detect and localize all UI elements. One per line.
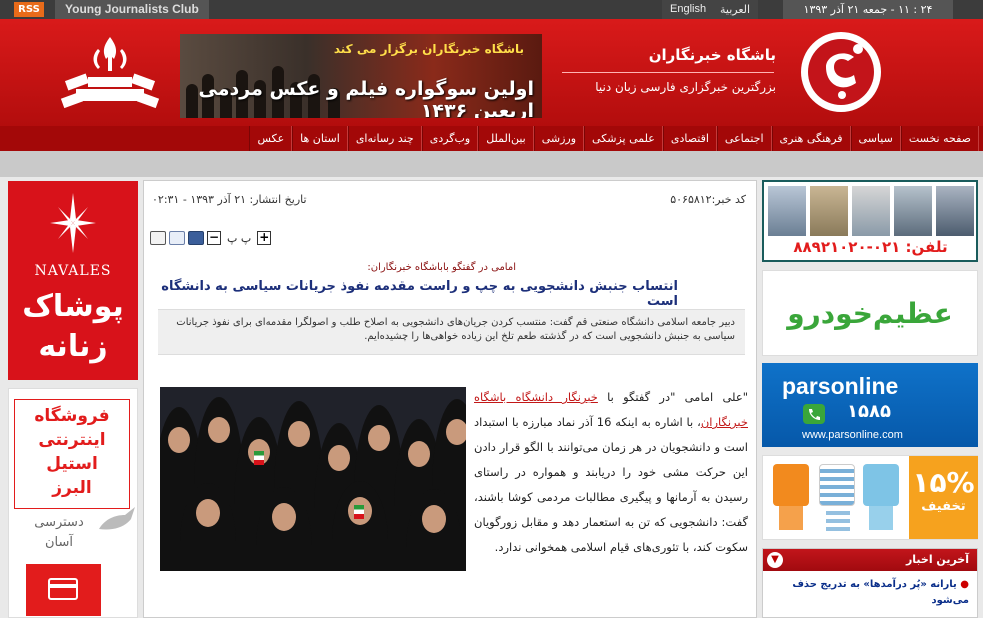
nav-item-multimedia[interactable]: چند رسانه‌ای [347, 126, 422, 151]
ad-navales[interactable]: NAVALES پوشاک زنانه [8, 181, 138, 380]
print-icon[interactable] [150, 231, 166, 245]
credit-card-icon [48, 578, 78, 600]
site-name-english[interactable]: Young Journalists Club [55, 0, 209, 19]
top-bar: RSS Young Journalists Club English العرب… [0, 0, 983, 19]
hand-pointer-icon [99, 507, 135, 530]
discount-badge: ۱۵% تخفیف [909, 456, 978, 539]
discount-percent: ۱۵% [912, 466, 975, 499]
nav-item-social[interactable]: اجتماعی [716, 126, 772, 151]
article-photo [160, 387, 466, 571]
shop-sub-2: آسان [44, 535, 73, 550]
parsonline-url: www.parsonline.com [802, 429, 903, 441]
lang-english-link[interactable]: English [662, 0, 715, 19]
nav-item-sports[interactable]: ورزشی [533, 126, 585, 151]
body-rest: ، با اشاره به اینکه 16 آذر نماد مبارزه ب… [474, 415, 748, 554]
brand-subtitle: بزرگترین خبرگزاری فارسی زبان دنیا [595, 80, 776, 94]
navales-tagline-1: پوشاک [22, 289, 124, 324]
ad-kids-clothing[interactable]: ۱۵% تخفیف [762, 455, 978, 540]
ad-clean-photo-2 [810, 186, 848, 236]
ad-clean-photo-3 [852, 186, 890, 236]
shirt-icon [773, 464, 809, 530]
save-icon[interactable] [188, 231, 204, 245]
latest-news-title: آخرین اخبار [905, 553, 969, 566]
banner-organizer-text: باشگاه خبرنگاران برگزار می کند [333, 42, 524, 56]
lang-arabic-link[interactable]: العربية [712, 0, 759, 19]
nav-item-web-browsing[interactable]: وب‌گردی [421, 126, 479, 151]
nav-item-home[interactable]: صفحه نخست [900, 126, 979, 151]
arbaeen-festival-banner[interactable]: باشگاه خبرنگاران برگزار می کند اولین سوگ… [180, 34, 542, 118]
news-code: کد خبر:۵۰۶۵۸۱۲ [670, 193, 746, 206]
article-kicker: امامی در گفتگو باباشگاه خبرنگاران: [367, 262, 516, 273]
font-increase-button[interactable]: + [257, 231, 272, 245]
ad-clean-photo-4 [894, 186, 932, 236]
shop-line-4: البرز [52, 478, 92, 498]
page-root: RSS Young Journalists Club English العرب… [0, 0, 983, 618]
nav-item-international[interactable]: بین‌الملل [478, 126, 534, 151]
iran-flag-icon [254, 451, 264, 465]
shop-line-3: استیل [46, 454, 98, 474]
parsonline-number: ۱۵۸۵ [847, 401, 891, 422]
nav-item-economy[interactable]: اقتصادی [662, 126, 717, 151]
article-body: "علی امامی "در گفتگو با خبرنگار دانشگاه … [474, 385, 748, 560]
shop-line-1: فروشگاه [34, 406, 110, 426]
font-size-label: پ پ [227, 231, 252, 245]
shop-ad-frame: فروشگاه اینترنتی استیل البرز [14, 399, 130, 509]
rss-link[interactable]: RSS [14, 2, 44, 17]
brand-divider [562, 72, 774, 73]
latest-news-header: آخرین اخبار ▼ [763, 549, 977, 571]
article-tools: − پ پ + [150, 230, 272, 246]
broadcaster-logo-icon[interactable] [58, 33, 162, 115]
bullet-icon: ● [956, 579, 969, 590]
ad-steel-alborz-shop[interactable]: فروشگاه اینترنتی استیل البرز دسترسی آسان [8, 388, 138, 618]
navales-tagline-2: زنانه [38, 329, 108, 364]
nav-item-provinces[interactable]: استان ها [292, 126, 348, 151]
nav-item-culture-art[interactable]: فرهنگی هنری [771, 126, 851, 151]
font-decrease-button[interactable]: − [207, 231, 221, 245]
shop-sub-1: دسترسی [34, 515, 84, 530]
current-datetime: ۲۴ : ۱۱ - جمعه ۲۱ آذر ۱۳۹۳ [783, 0, 953, 19]
ad-cleaning-equipment[interactable]: تلفن: ۰۲۱-۸۸۹۲۱۰۲۰ [762, 180, 978, 262]
nav-item-science-medical[interactable]: علمی پزشکی [584, 126, 663, 151]
latest-news-item-text[interactable]: یارانه «پُر درآمدها» به تدریج حذف می‌شود [792, 579, 969, 606]
navales-brand-name: NAVALES [34, 263, 112, 279]
main-navigation: صفحه نخست سیاسی فرهنگی هنری اجتماعی اقتص… [0, 126, 983, 151]
banner-festival-title: اولین سوگواره فیلم و عکس مردمی اربعین ۱۴… [198, 78, 534, 118]
nav-item-photo[interactable]: عکس [249, 126, 293, 151]
email-icon[interactable] [169, 231, 185, 245]
ad-azim-khodro[interactable]: عظیم‌خودرو [762, 270, 978, 356]
compass-star-icon [50, 193, 96, 253]
chevron-down-icon[interactable]: ▼ [767, 552, 783, 568]
discount-label: تخفیف [921, 499, 966, 514]
nav-item-politics[interactable]: سیاسی [850, 126, 901, 151]
phone-icon [803, 404, 825, 424]
brand-title[interactable]: باشگاه خبرنگاران [649, 46, 776, 64]
body-intro: "علی امامی "در گفتگو با [597, 390, 748, 404]
parsonline-brand: parsonline [782, 373, 899, 399]
article-lead: دبیر جامعه اسلامی دانشگاه صنعتی قم گفت: … [158, 309, 745, 355]
sub-navigation-bar [0, 151, 983, 177]
ad-clean-photo-1 [768, 186, 806, 236]
site-header: باشگاه خبرنگاران برگزار می کند اولین سوگ… [0, 19, 983, 126]
article-headline: انتساب جنبش دانشجویی به چپ و راست مقدمه … [161, 279, 678, 309]
shop-line-2: اینترنتی [38, 430, 106, 450]
shop-card-button[interactable] [26, 564, 101, 616]
yjc-logo-icon[interactable] [796, 27, 886, 117]
ad-parsonline[interactable]: parsonline ۱۵۸۵ www.parsonline.com [762, 363, 978, 447]
azim-khodro-text: عظیم‌خودرو [787, 297, 953, 330]
ad-clean-photo-5 [936, 186, 974, 236]
article-container: کد خبر:۵۰۶۵۸۱۲ تاریخ انتشار: ۲۱ آذر ۱۳۹۳… [143, 180, 757, 618]
ad-clean-phone: تلفن: ۰۲۱-۸۸۹۲۱۰۲۰ [793, 238, 948, 256]
latest-news-item[interactable]: ● یارانه «پُر درآمدها» به تدریج حذف می‌ش… [763, 571, 977, 609]
shirt-icon [863, 464, 899, 530]
shirt-icon [819, 464, 855, 531]
latest-news-box: آخرین اخبار ▼ ● یارانه «پُر درآمدها» به … [762, 548, 978, 618]
publish-date: تاریخ انتشار: ۲۱ آذر ۱۳۹۳ - ۰۲:۳۱ [152, 193, 307, 206]
iran-flag-icon [354, 505, 364, 519]
